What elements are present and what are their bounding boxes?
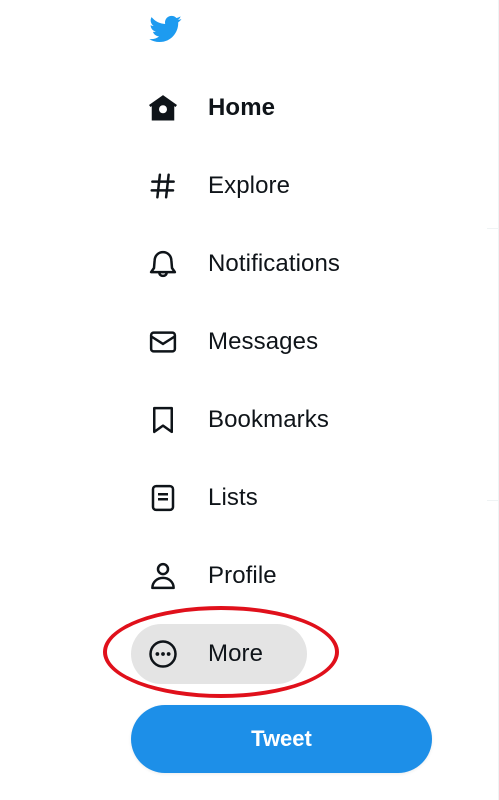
person-icon [148, 561, 178, 591]
nav-item-label: More [208, 640, 264, 667]
nav-item-label: Messages [208, 328, 319, 355]
list-icon [148, 483, 178, 513]
twitter-bird-icon[interactable] [146, 12, 184, 46]
nav-item-label: Profile [208, 562, 277, 589]
nav-item-notifications[interactable]: Notifications [135, 234, 362, 294]
more-circle-icon [148, 639, 178, 669]
nav-item-bookmarks[interactable]: Bookmarks [135, 390, 351, 450]
bell-icon [148, 249, 178, 279]
nav-item-lists[interactable]: Lists [135, 468, 280, 528]
right-divider-tick [487, 500, 499, 501]
sidebar-page: Home Explore Notifications Messages Book… [0, 0, 499, 800]
nav-item-label: Lists [208, 484, 258, 511]
nav-item-profile[interactable]: Profile [135, 546, 299, 606]
bookmark-icon [148, 405, 178, 435]
nav-item-more[interactable]: More [131, 624, 307, 684]
nav-item-label: Notifications [208, 250, 341, 277]
nav-item-label: Home [208, 94, 276, 121]
right-divider-tick [487, 228, 499, 229]
nav-item-label: Bookmarks [208, 406, 329, 433]
hashtag-icon [148, 171, 178, 201]
tweet-button[interactable]: Tweet [131, 705, 432, 773]
envelope-icon [148, 327, 178, 357]
home-icon [148, 93, 178, 123]
nav-item-explore[interactable]: Explore [135, 156, 312, 216]
nav-item-label: Explore [208, 172, 291, 199]
nav-item-messages[interactable]: Messages [135, 312, 340, 372]
nav-item-home[interactable]: Home [135, 78, 297, 138]
